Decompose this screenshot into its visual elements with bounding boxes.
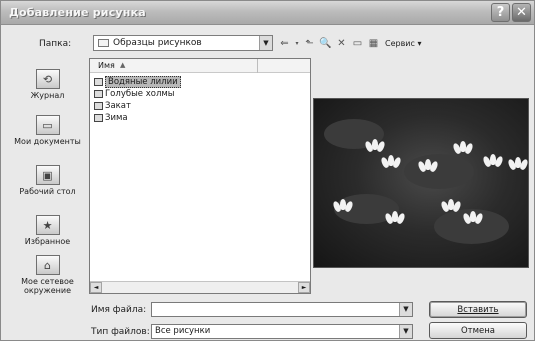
scroll-right-icon[interactable]: ► <box>298 282 310 293</box>
insert-picture-dialog: Добавление рисунка ? ✕ Папка: Образцы ри… <box>0 0 535 341</box>
file-name-input[interactable]: ▼ <box>151 302 413 317</box>
back-icon[interactable]: ⇐ <box>278 37 291 50</box>
column-divider[interactable] <box>257 59 258 73</box>
file-list[interactable]: Имя ▲ Водяные лилии Голубые холмы Закат … <box>89 58 311 294</box>
place-network[interactable]: ⌂ Мое сетевое окружение <box>9 255 86 295</box>
favorites-icon: ★ <box>35 215 60 235</box>
lily-flower <box>383 211 407 225</box>
search-web-icon[interactable]: 🔍 <box>319 37 332 50</box>
insert-button-label: Вставить <box>457 304 499 315</box>
place-label: Рабочий стол <box>19 187 76 196</box>
file-name: Закат <box>105 100 131 111</box>
cancel-button-label: Отмена <box>460 325 496 336</box>
column-name-label: Имя <box>98 61 115 70</box>
file-name: Голубые холмы <box>105 88 175 99</box>
views-icon[interactable]: ▦ <box>367 37 380 50</box>
place-favorites[interactable]: ★ Избранное <box>9 215 86 246</box>
up-folder-icon[interactable]: ⬑ <box>303 37 316 50</box>
desktop-icon: ▣ <box>35 165 60 185</box>
lily-flower <box>439 199 463 213</box>
toolbar: ⇐ ▾ ⬑ 🔍 ✕ ▭ ▦ Сервис ▾ <box>278 36 421 50</box>
close-button[interactable]: ✕ <box>512 3 531 22</box>
help-button[interactable]: ? <box>491 3 510 22</box>
cancel-button[interactable]: Отмена <box>429 322 527 339</box>
sort-ascending-icon: ▲ <box>120 61 126 69</box>
dialog-title: Добавление рисунка <box>9 6 146 19</box>
place-label: Журнал <box>30 91 65 100</box>
horizontal-scrollbar[interactable]: ◄ ► <box>90 281 310 293</box>
file-name-label: Имя файла: <box>91 305 147 315</box>
file-type-select[interactable]: Все рисунки ▼ <box>151 324 413 339</box>
scroll-left-icon[interactable]: ◄ <box>90 282 102 293</box>
image-file-icon <box>94 77 103 86</box>
folder-label: Папка: <box>39 39 72 49</box>
delete-icon[interactable]: ✕ <box>335 37 348 50</box>
help-icon: ? <box>496 5 505 20</box>
file-name: Зима <box>105 112 128 123</box>
list-item[interactable]: Зима <box>94 112 128 123</box>
new-folder-icon[interactable]: ▭ <box>351 37 364 50</box>
place-my-documents[interactable]: ▭ Мои документы <box>9 115 86 146</box>
lily-flower <box>461 211 485 225</box>
list-item[interactable]: Закат <box>94 100 131 111</box>
image-preview <box>313 98 529 268</box>
lily-flower <box>331 199 355 213</box>
lily-flower <box>363 139 387 153</box>
lily-flower <box>451 141 475 155</box>
history-icon: ⟲ <box>35 69 60 89</box>
chevron-down-icon[interactable]: ▼ <box>399 303 412 316</box>
close-icon: ✕ <box>516 5 527 20</box>
place-label: Мое сетевое окружение <box>21 277 74 295</box>
list-item[interactable]: Голубые холмы <box>94 88 175 99</box>
column-header-name[interactable]: Имя ▲ <box>90 59 310 73</box>
insert-button[interactable]: Вставить <box>429 301 527 318</box>
lily-flower <box>506 157 528 171</box>
place-history[interactable]: ⟲ Журнал <box>9 69 86 100</box>
title-bar[interactable]: Добавление рисунка ? ✕ <box>1 1 534 25</box>
file-type-value: Все рисунки <box>155 326 211 336</box>
lily-pad <box>404 154 474 189</box>
place-desktop[interactable]: ▣ Рабочий стол <box>9 165 86 196</box>
back-dropdown-icon[interactable]: ▾ <box>294 37 300 50</box>
places-bar: ⟲ Журнал ▭ Мои документы ▣ Рабочий стол … <box>9 59 86 301</box>
folder-value: Образцы рисунков <box>113 38 202 48</box>
lily-flower <box>481 154 505 168</box>
image-file-icon <box>94 101 103 110</box>
lily-flower <box>379 155 403 169</box>
place-label: Избранное <box>24 237 71 246</box>
chevron-down-icon[interactable]: ▼ <box>399 325 412 338</box>
folder-icon <box>98 39 109 47</box>
service-menu[interactable]: Сервис ▾ <box>385 39 421 48</box>
documents-folder-icon: ▭ <box>35 115 60 135</box>
image-file-icon <box>94 113 103 122</box>
place-label: Мои документы <box>14 137 81 146</box>
lily-flower <box>416 159 440 173</box>
list-item[interactable]: Водяные лилии <box>94 75 181 88</box>
folder-dropdown[interactable]: Образцы рисунков ▼ <box>93 35 273 51</box>
chevron-down-icon[interactable]: ▼ <box>259 36 272 50</box>
image-file-icon <box>94 89 103 98</box>
file-name: Водяные лилии <box>105 75 181 88</box>
file-type-label: Тип файлов: <box>91 327 150 337</box>
network-icon: ⌂ <box>35 255 60 275</box>
